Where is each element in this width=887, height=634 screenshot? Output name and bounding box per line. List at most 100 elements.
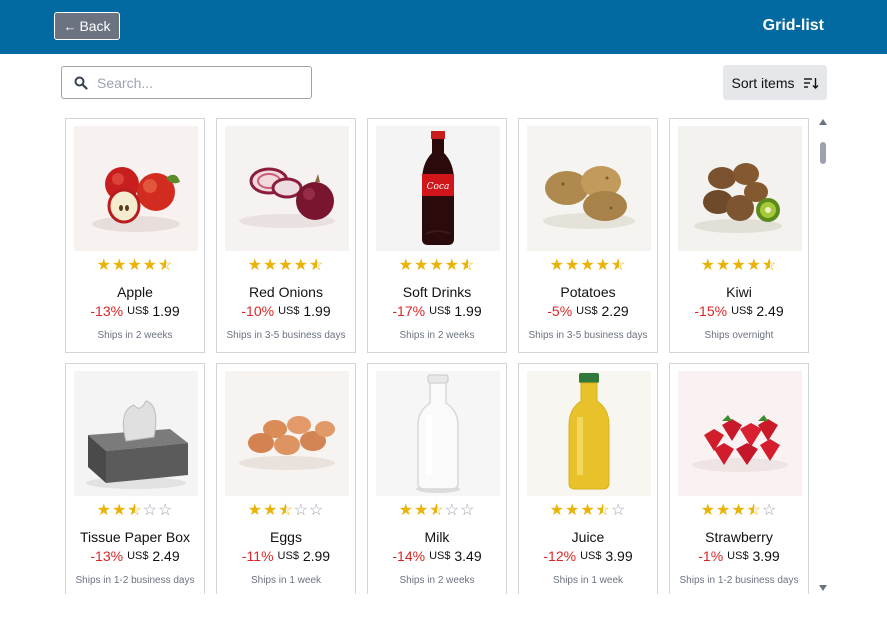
currency-label: US$ (580, 550, 602, 562)
discount-badge: -17% (392, 303, 426, 319)
product-card[interactable]: ★★★★★☆ Apple -13%US$ 1.99 Ships in 2 wee… (65, 118, 205, 353)
rating-stars: ★★★★☆☆ (519, 502, 657, 520)
product-name: Soft Drinks (402, 284, 472, 300)
shipping-info: Ships in 2 weeks (399, 330, 475, 341)
product-price: -5% US$ 2.29 (519, 303, 657, 319)
back-button[interactable]: ← Back (54, 12, 120, 40)
currency-label: US$ (277, 550, 299, 562)
product-name: Kiwi (726, 284, 752, 300)
product-card[interactable]: ★★★☆☆☆ Milk -14%US$ 3.49 Ships in 2 week… (367, 363, 507, 594)
star-half-icon: ★☆ (746, 502, 763, 519)
product-card[interactable]: ★★★☆☆☆ Eggs -11%US$ 2.99 Ships in 1 week (216, 363, 356, 594)
star-full-icon: ★ (700, 257, 716, 274)
back-button-label: Back (79, 18, 111, 34)
rating-stars: ★★★★☆☆ (670, 502, 808, 520)
price-value: 1.99 (152, 303, 180, 319)
product-price: -12% US$ 3.99 (519, 548, 657, 564)
price-value: 1.99 (303, 303, 331, 319)
star-full-icon: ★ (142, 257, 159, 274)
product-grid: ★★★★★☆ Apple -13%US$ 1.99 Ships in 2 wee… (65, 118, 813, 594)
shipping-info: Ships in 1 week (552, 575, 624, 586)
scroll-up-icon[interactable] (819, 118, 827, 126)
star-full-icon: ★ (429, 257, 445, 274)
star-full-icon: ★ (549, 257, 565, 274)
svg-text:Coca: Coca (427, 182, 450, 192)
product-price: -11% US$ 2.99 (217, 548, 355, 564)
price-value: 2.29 (601, 303, 629, 319)
product-card[interactable]: Coca ★★★★★☆ Soft Drinks -17%US$ 1.99 Shi… (367, 118, 507, 353)
currency-label: US$ (278, 305, 300, 317)
star-full-icon: ★ (580, 257, 596, 274)
star-half-icon: ★☆ (309, 257, 325, 274)
product-name: Red Onions (249, 284, 323, 300)
shipping-info: Ships overnight (704, 330, 774, 341)
star-full-icon: ★ (293, 257, 310, 274)
star-empty-icon: ☆ (309, 502, 325, 519)
star-full-icon: ★ (262, 502, 279, 519)
shipping-info: Ships in 1 week (250, 575, 322, 586)
star-full-icon: ★ (746, 257, 763, 274)
product-price: -13% US$ 2.49 (66, 548, 204, 564)
scrollbar[interactable] (817, 116, 829, 594)
star-full-icon: ★ (262, 257, 279, 274)
star-half-icon: ★☆ (611, 257, 627, 274)
star-half-icon: ★☆ (429, 502, 445, 519)
product-card[interactable]: ★★★★★☆ Kiwi -15%US$ 2.49 Ships overnight (669, 118, 809, 353)
product-price: -10% US$ 1.99 (217, 303, 355, 319)
product-card[interactable]: ★★★★☆☆ Strawberry -1%US$ 3.99 Ships in 1… (669, 363, 809, 594)
star-full-icon: ★ (444, 257, 461, 274)
product-card[interactable]: ★★★☆☆☆ Tissue Paper Box -13%US$ 2.49 Shi… (65, 363, 205, 594)
product-card[interactable]: ★★★★★☆ Potatoes -5%US$ 2.29 Ships in 3-5… (518, 118, 658, 353)
product-card[interactable]: ★★★★☆☆ Juice -12%US$ 3.99 Ships in 1 wee… (518, 363, 658, 594)
scrollbar-thumb[interactable] (820, 142, 826, 164)
discount-badge: -13% (90, 303, 124, 319)
star-half-icon: ★☆ (278, 502, 294, 519)
star-full-icon: ★ (731, 257, 747, 274)
scroll-down-icon[interactable] (819, 584, 827, 592)
sort-items-button[interactable]: Sort items (723, 65, 827, 100)
star-full-icon: ★ (564, 257, 581, 274)
rating-stars: ★★★☆☆☆ (217, 502, 355, 520)
product-price: -15% US$ 2.49 (670, 303, 808, 319)
product-image (376, 371, 500, 496)
discount-badge: -14% (392, 548, 426, 564)
rating-stars: ★★★☆☆☆ (368, 502, 506, 520)
star-full-icon: ★ (111, 502, 128, 519)
rating-stars: ★★★★★☆ (670, 257, 808, 275)
search-box[interactable] (61, 66, 312, 99)
discount-badge: -15% (694, 303, 728, 319)
product-name: Juice (571, 529, 605, 545)
star-full-icon: ★ (715, 257, 732, 274)
price-value: 3.49 (454, 548, 482, 564)
product-image (74, 371, 198, 496)
star-full-icon: ★ (413, 257, 430, 274)
product-image (225, 371, 349, 496)
product-price: -1% US$ 3.99 (670, 548, 808, 564)
star-empty-icon: ☆ (460, 502, 476, 519)
star-full-icon: ★ (96, 257, 112, 274)
star-empty-icon: ☆ (611, 502, 627, 519)
star-empty-icon: ☆ (762, 502, 778, 519)
product-name: Tissue Paper Box (80, 529, 190, 545)
product-name: Potatoes (560, 284, 616, 300)
price-value: 1.99 (454, 303, 482, 319)
star-full-icon: ★ (247, 257, 263, 274)
shipping-info: Ships in 3-5 business days (528, 330, 648, 341)
discount-badge: -13% (90, 548, 124, 564)
star-half-icon: ★☆ (762, 257, 778, 274)
product-card[interactable]: ★★★★★☆ Red Onions -10%US$ 1.99 Ships in … (216, 118, 356, 353)
currency-label: US$ (727, 550, 749, 562)
star-full-icon: ★ (96, 502, 112, 519)
rating-stars: ★★★★★☆ (66, 257, 204, 275)
rating-stars: ★★★★★☆ (368, 257, 506, 275)
product-image (74, 126, 198, 251)
star-full-icon: ★ (247, 502, 263, 519)
search-input[interactable] (95, 73, 299, 92)
discount-badge: -12% (543, 548, 577, 564)
star-full-icon: ★ (731, 502, 747, 519)
currency-label: US$ (429, 305, 451, 317)
product-name: Milk (424, 529, 450, 545)
price-value: 2.99 (302, 548, 331, 564)
star-full-icon: ★ (580, 502, 596, 519)
star-half-icon: ★☆ (127, 502, 143, 519)
